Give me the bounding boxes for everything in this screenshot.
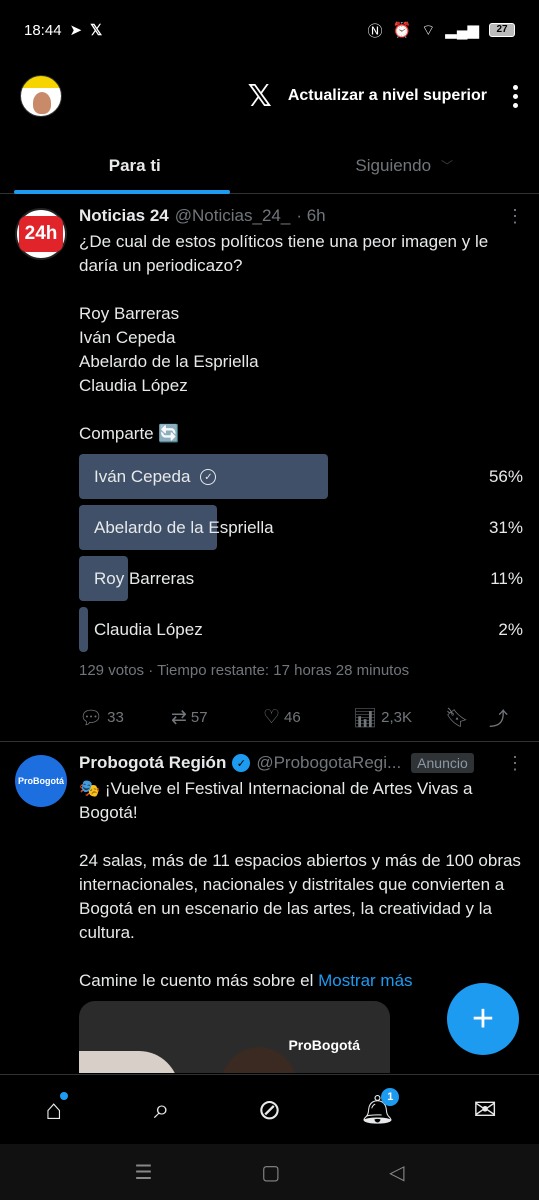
nfc-icon: Ⓝ <box>367 22 383 40</box>
compose-button[interactable]: + <box>447 983 519 1055</box>
nav-notifications[interactable]: 🔔︎ 1 <box>357 1087 400 1130</box>
back-icon[interactable]: ◁ <box>389 1160 404 1185</box>
poll-option: Roy Barreras 11% <box>79 556 523 601</box>
author-handle[interactable]: @ProbogotaRegi... <box>256 753 401 773</box>
system-navigation-bar: ☰ ▢ ◁ <box>0 1144 539 1200</box>
media-watermark: ProBogotá <box>288 1037 360 1053</box>
tweet-time: · 6h <box>296 206 326 225</box>
reply-icon: 💬︎ <box>79 707 104 729</box>
x-notification-icon: 𝕏 <box>90 22 103 39</box>
poll-percent: 11% <box>490 568 523 588</box>
unread-dot <box>59 1091 68 1100</box>
share-button[interactable]: ⤴ <box>489 704 508 731</box>
tab-following[interactable]: Siguiendo ﹀ <box>270 138 539 193</box>
repost-icon: ⇄ <box>171 707 187 728</box>
author-name[interactable]: Noticias 24 <box>79 206 169 226</box>
views-icon: 📊︎ <box>353 707 378 729</box>
bookmark-icon: 🔖︎ <box>445 707 470 729</box>
upgrade-button[interactable]: Actualizar a nivel superior <box>288 87 487 105</box>
poll: Iván Cepeda ✓ 56% Abelardo de la Espriell… <box>79 454 523 652</box>
poll-meta: 129 votos · Tiempo restante: 17 horas 28… <box>79 662 410 679</box>
views-button[interactable]: 📊︎ 2,3K <box>353 706 445 730</box>
author-avatar[interactable]: 24h <box>15 208 67 260</box>
heart-icon: ♡ <box>263 707 281 728</box>
notification-badge: 1 <box>381 1087 400 1106</box>
chevron-down-icon: ﹀ <box>441 159 454 173</box>
more-options-icon[interactable]: ⋮ <box>506 753 524 774</box>
poll-option: Claudia López 2% <box>79 607 523 652</box>
poll-percent: 56% <box>488 466 523 486</box>
author-handle[interactable]: @Noticias_24_ <box>175 206 291 226</box>
share-icon: ⤴ <box>489 709 509 730</box>
menu-icon[interactable]: ☰ <box>134 1160 152 1185</box>
active-tab-indicator <box>14 190 230 194</box>
tweet-actions: 💬︎ 33 ⇄ 57 ♡ 46 📊︎ 2,3K 🔖︎ ⤴ <box>79 704 523 731</box>
wifi-icon: ⌔ <box>421 21 436 39</box>
status-bar: 18:44 ➤ 𝕏 Ⓝ ⏰ ⌔ ▂▄▆ 27 <box>0 0 539 60</box>
x-logo-icon[interactable]: 𝕏 <box>248 79 272 114</box>
top-app-bar: 𝕏 Actualizar a nivel superior <box>0 66 539 126</box>
tab-label: Siguiendo <box>355 155 432 175</box>
show-more-link[interactable]: Mostrar más <box>318 971 412 990</box>
reply-button[interactable]: 💬︎ 33 <box>79 706 171 730</box>
tab-label: Para ti <box>108 155 161 175</box>
nav-grok[interactable]: ⊘ <box>249 1090 289 1130</box>
battery-icon: 27 <box>489 23 515 37</box>
check-circle-icon: ✓ <box>200 469 217 486</box>
more-options-icon[interactable] <box>513 84 519 108</box>
poll-option: Iván Cepeda ✓ 56% <box>79 454 523 499</box>
repost-button[interactable]: ⇄ 57 <box>171 706 263 729</box>
nav-messages[interactable]: ✉ <box>465 1090 505 1130</box>
home-square-icon[interactable]: ▢ <box>261 1160 280 1185</box>
bookmark-button[interactable]: 🔖︎ <box>445 706 489 730</box>
profile-avatar[interactable] <box>20 75 62 117</box>
grok-icon: ⊘ <box>257 1094 282 1125</box>
like-button[interactable]: ♡ 46 <box>263 706 353 729</box>
nav-search[interactable]: ⌕ <box>142 1090 182 1130</box>
author-name[interactable]: Probogotá Región <box>79 753 226 773</box>
poll-percent: 2% <box>498 619 523 639</box>
ad-label: Anuncio <box>411 753 474 773</box>
timeline-tabs: Para ti Siguiendo ﹀ <box>0 138 539 194</box>
telegram-icon: ➤ <box>69 22 83 39</box>
signal-icon: ▂▄▆ <box>445 22 479 39</box>
tweet-text: ¿De cual de estos políticos tiene una pe… <box>79 232 489 443</box>
tweet-text: 🎭 ¡Vuelve el Festival Internacional de A… <box>79 779 521 990</box>
mail-icon: ✉ <box>473 1094 497 1125</box>
tab-for-you[interactable]: Para ti <box>0 138 270 194</box>
author-avatar[interactable]: ProBogotá <box>15 755 67 807</box>
poll-option: Abelardo de la Espriella 31% <box>79 505 523 550</box>
bottom-navigation: ⌂ ⌕ ⊘ 🔔︎ 1 ✉ <box>0 1074 539 1144</box>
tweet-poll[interactable]: 24h Noticias 24 @Noticias_24_ · 6h ⋮ ¿De… <box>0 196 539 742</box>
alarm-icon: ⏰ <box>392 22 412 39</box>
tweet-media[interactable]: ProBogotá <box>79 1001 390 1073</box>
search-icon: ⌕ <box>153 1093 170 1124</box>
more-options-icon[interactable]: ⋮ <box>506 206 524 227</box>
nav-home[interactable]: ⌂ <box>34 1090 74 1130</box>
status-time: 18:44 <box>24 21 62 39</box>
plus-icon: + <box>471 997 495 1040</box>
verified-badge-icon: ✓ <box>232 754 251 772</box>
poll-percent: 31% <box>488 517 523 537</box>
